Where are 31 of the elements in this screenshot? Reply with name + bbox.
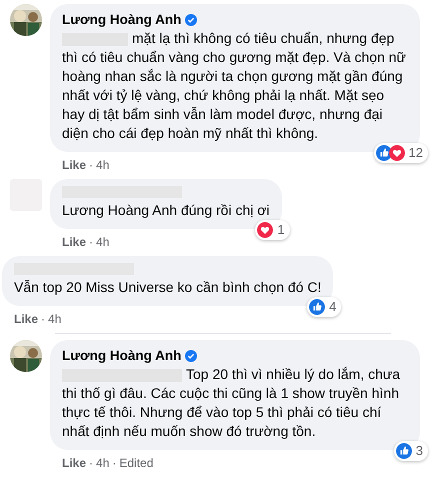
- author-name[interactable]: Lương Hoàng Anh: [62, 11, 182, 29]
- like-link[interactable]: Like: [62, 234, 86, 250]
- comment-text: Lương Hoàng Anh đúng rồi chị ơi: [62, 201, 270, 220]
- meta-text: ·: [89, 157, 94, 173]
- count: 3: [416, 443, 423, 459]
- reaction-count[interactable]: 1: [255, 220, 290, 240]
- reaction-count[interactable]: 3: [394, 441, 428, 461]
- thumbs-up-icon: [376, 145, 392, 161]
- thumbs-up-icon: [396, 443, 412, 459]
- comment-text: Vẫn top 20 Miss Universe ko cần bình chọn đó C!: [14, 278, 322, 297]
- meta-text: ·: [41, 311, 46, 327]
- reaction-count[interactable]: 12: [374, 143, 428, 163]
- meta-text: ·: [89, 234, 94, 250]
- meta-text: ·: [89, 455, 94, 471]
- meta-text: 4h: [96, 234, 110, 250]
- count: 1: [277, 222, 285, 238]
- like-link[interactable]: Like: [14, 311, 38, 327]
- meta-text: 4h: [96, 157, 110, 173]
- meta-text: 4h: [96, 455, 110, 471]
- thumbs-up-icon: [309, 299, 326, 315]
- like-link[interactable]: Like: [62, 455, 86, 471]
- meta-text: ·: [112, 455, 116, 471]
- count: 12: [408, 145, 423, 161]
- meta-text: Edited: [119, 455, 154, 471]
- comment-text: Top 20 thì vì nhiều lý do lắm, chưa thi thố gì đâu. Các cuộc thi cũng là 1 show truyền hình thực tế thôi. Nhưng để vào top 5 thì phải có tiêu chí nhất định nếu muốn show đó trường tồn.: [62, 365, 402, 441]
- comment-text: mặt lạ thì không có tiêu chuẩn, nhưng đẹp thì có tiêu chuẩn vàng cho gương mặt đẹp. Và chọn nữ hoàng nhan sắc là người ta chọn gương mặt gần đúng nhất với tỷ lệ vàng, chứ không phải lạ nhất. Mặt sẹo hay dị tật bẩm sinh vẫn làm model được, nhưng đại diện cho cái đẹp hoàn mỹ nhất thì không.: [62, 29, 407, 143]
- count: 4: [329, 299, 336, 315]
- author-name[interactable]: Lương Hoàng Anh: [62, 347, 182, 365]
- like-link[interactable]: Like: [62, 157, 86, 173]
- meta-text: 4h: [48, 311, 62, 327]
- reaction-count[interactable]: 4: [307, 297, 342, 317]
